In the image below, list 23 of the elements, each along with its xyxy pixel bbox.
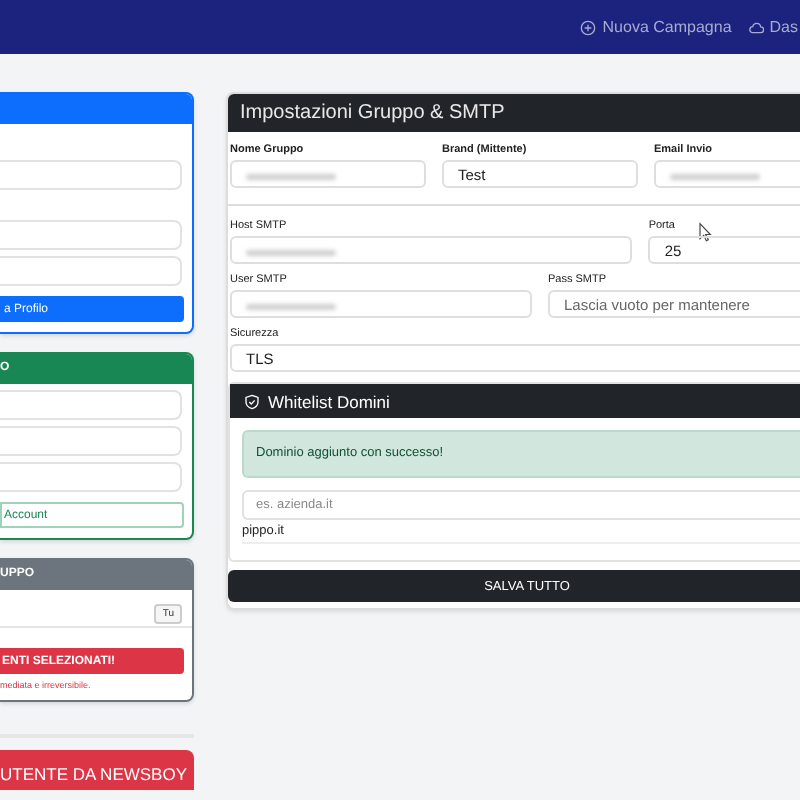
input-field[interactable] bbox=[0, 256, 182, 286]
card-header: Impostazioni Gruppo & SMTP bbox=[228, 94, 800, 132]
card-title: Whitelist Domini bbox=[268, 391, 390, 411]
input-field[interactable] bbox=[0, 160, 182, 190]
blurred-text bbox=[246, 173, 336, 180]
blurred-text bbox=[670, 173, 760, 180]
input-field[interactable] bbox=[654, 160, 800, 188]
input-field[interactable] bbox=[230, 236, 633, 264]
blurred-text bbox=[246, 249, 336, 256]
shield-icon bbox=[244, 393, 260, 409]
plus-circle-icon bbox=[580, 19, 597, 35]
cloud-icon bbox=[747, 19, 764, 35]
delete-button[interactable]: UTENTE DA NEWSBOY bbox=[0, 750, 194, 790]
input-field[interactable] bbox=[0, 390, 182, 420]
input-field[interactable] bbox=[230, 160, 426, 188]
blurred-text bbox=[246, 303, 336, 310]
nav-link[interactable]: Das bbox=[747, 18, 798, 36]
input-field[interactable] bbox=[0, 462, 182, 492]
cursor-icon bbox=[698, 222, 712, 242]
input-field[interactable] bbox=[0, 220, 182, 250]
nav-link[interactable]: Nuova Campagna bbox=[580, 18, 732, 36]
input-field[interactable] bbox=[230, 290, 532, 318]
input-field[interactable] bbox=[0, 426, 182, 456]
